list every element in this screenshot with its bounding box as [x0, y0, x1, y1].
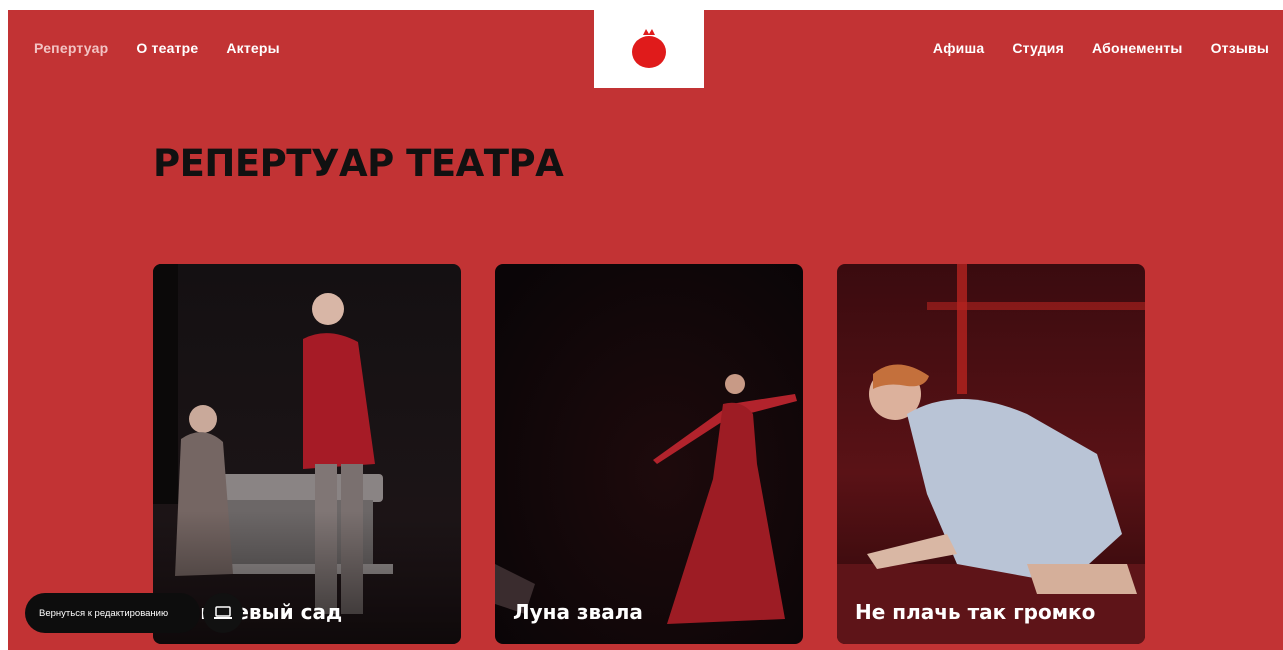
back-to-editing-button[interactable]: Вернуться к редактированию [25, 593, 200, 633]
nav-link-playbill[interactable]: Афиша [933, 40, 984, 56]
nav-link-repertoire[interactable]: Репертуар [34, 40, 108, 56]
card-title: Не плачь так громко [855, 600, 1096, 624]
page-background: Репертуар О театре Актеры Афиша Студия А… [8, 10, 1283, 650]
nav-link-subscriptions[interactable]: Абонементы [1092, 40, 1183, 56]
performance-photo [495, 264, 803, 644]
nav-link-reviews[interactable]: Отзывы [1211, 40, 1269, 56]
nav-link-studio[interactable]: Студия [1012, 40, 1064, 56]
device-preview-button[interactable] [203, 593, 243, 633]
laptop-icon [214, 606, 232, 619]
main-nav-left: Репертуар О театре Актеры [34, 40, 280, 56]
card-title: Луна звала [513, 600, 643, 624]
nav-link-about[interactable]: О театре [136, 40, 198, 56]
nav-link-actors[interactable]: Актеры [226, 40, 279, 56]
main-nav-right: Афиша Студия Абонементы Отзывы [933, 40, 1269, 56]
performance-photo [837, 264, 1145, 644]
performance-photo [153, 264, 461, 644]
performance-card[interactable]: Луна звала [495, 264, 803, 644]
pomegranate-icon [632, 29, 666, 68]
page-title: РЕПЕРТУАР ТЕАТРА [153, 142, 564, 185]
performance-card[interactable]: Не плачь так громко [837, 264, 1145, 644]
logo[interactable] [594, 10, 704, 88]
performance-card[interactable]: Вишневый сад [153, 264, 461, 644]
